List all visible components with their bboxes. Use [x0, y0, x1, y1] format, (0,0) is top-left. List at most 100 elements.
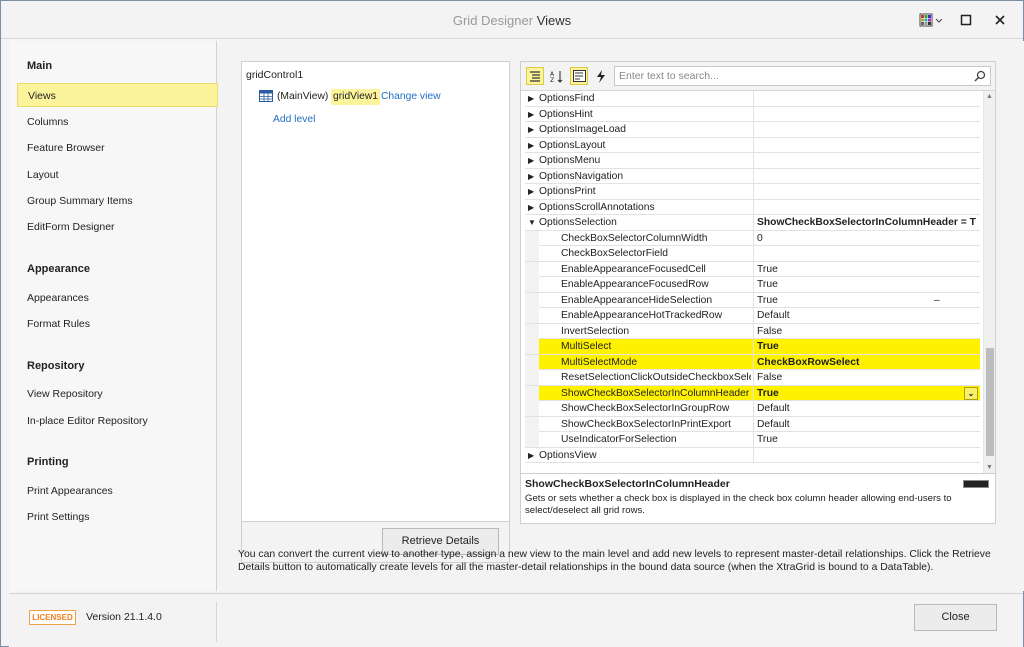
property-row[interactable]: EnableAppearanceFocusedRow True — [525, 277, 980, 293]
property-value[interactable]: True — [753, 277, 980, 292]
property-value[interactable] — [753, 106, 980, 122]
sidebar-item-feature-browser[interactable]: Feature Browser — [17, 136, 218, 160]
property-value[interactable]: True — [753, 339, 980, 354]
expand-arrow-icon[interactable]: ▶ — [528, 169, 538, 184]
property-row[interactable]: ▶ OptionsView — [525, 447, 980, 463]
property-value[interactable] — [753, 447, 980, 463]
property-name: OptionsView — [539, 449, 597, 461]
property-row[interactable]: UseIndicatorForSelection True — [525, 432, 980, 448]
property-row[interactable]: EnableAppearanceHideSelection True – — [525, 292, 980, 308]
scrollbar-thumb[interactable] — [986, 348, 994, 456]
sidebar-item-group-summary-items[interactable]: Group Summary Items — [17, 189, 218, 213]
expand-arrow-icon[interactable]: ▶ — [528, 448, 538, 463]
property-value[interactable] — [753, 153, 980, 168]
collapse-arrow-icon[interactable]: ▼ — [528, 215, 538, 230]
property-value[interactable]: Default — [753, 401, 980, 416]
property-search-input[interactable] — [619, 69, 959, 83]
property-row[interactable]: ▼ OptionsSelection ShowCheckBoxSelectorInC… — [525, 215, 980, 231]
property-row[interactable]: CheckBoxSelectorField — [525, 246, 980, 262]
description-toggle-icon[interactable] — [963, 480, 989, 488]
categorized-button[interactable] — [526, 67, 544, 85]
sidebar-item-format-rules[interactable]: Format Rules — [17, 312, 218, 336]
property-row[interactable]: ▶ OptionsMenu — [525, 153, 980, 169]
property-value[interactable] — [753, 168, 980, 184]
property-value[interactable]: False — [753, 370, 980, 385]
property-row[interactable]: EnableAppearanceHotTrackedRow Default — [525, 308, 980, 324]
close-window-button[interactable] — [987, 9, 1013, 31]
property-value[interactable] — [753, 137, 980, 153]
dropdown-arrow-icon[interactable]: ⌄ — [964, 386, 978, 400]
skin-menu-button[interactable] — [915, 9, 947, 31]
events-button[interactable] — [592, 67, 610, 85]
property-row[interactable]: ResetSelectionClickOutsideCheckboxSelect… — [525, 370, 980, 386]
property-value[interactable] — [753, 184, 980, 199]
property-row[interactable]: ▶ OptionsNavigation — [525, 168, 980, 184]
expand-arrow-icon[interactable]: ▶ — [528, 107, 538, 122]
property-value[interactable] — [753, 199, 980, 215]
view-name-gridview1[interactable]: gridView1 — [331, 89, 381, 105]
row-indent — [525, 401, 539, 416]
properties-button[interactable] — [570, 67, 588, 85]
property-value[interactable]: 0 — [753, 230, 980, 246]
property-name: EnableAppearanceFocusedRow — [561, 279, 709, 290]
property-row[interactable]: ShowCheckBoxSelectorInGroupRow Default — [525, 401, 980, 417]
search-icon[interactable] — [974, 70, 986, 82]
add-level-link[interactable]: Add level — [273, 114, 315, 125]
property-value-text: False — [757, 372, 783, 383]
property-value[interactable]: True — [753, 261, 980, 277]
property-value[interactable]: CheckBoxRowSelect — [753, 354, 980, 370]
property-value[interactable]: True — [753, 432, 980, 447]
expand-arrow-icon[interactable]: ▶ — [528, 153, 538, 168]
sidebar-item-layout[interactable]: Layout — [17, 163, 218, 187]
scroll-up-icon[interactable]: ▲ — [986, 93, 993, 100]
property-value[interactable]: True ⌄ — [753, 385, 980, 401]
property-row[interactable]: ▶ OptionsFind — [525, 91, 980, 107]
scroll-down-icon[interactable]: ▼ — [986, 464, 993, 471]
property-row[interactable]: EnableAppearanceFocusedCell True — [525, 261, 980, 277]
property-row[interactable]: ShowCheckBoxSelectorInPrintExport Default — [525, 416, 980, 432]
property-extra-mark: – — [934, 294, 940, 306]
grid-palette-icon — [919, 13, 943, 27]
expand-arrow-icon[interactable]: ▶ — [528, 184, 538, 199]
sidebar-item-columns[interactable]: Columns — [17, 110, 218, 134]
property-row[interactable]: ▶ OptionsLayout — [525, 137, 980, 153]
level-tree-panel: gridControl1 (MainView) gridView1 Change… — [241, 61, 510, 522]
alphabetical-button[interactable]: AZ — [548, 67, 566, 85]
property-row[interactable]: ▶ OptionsPrint — [525, 184, 980, 200]
property-toolbar: AZ — [521, 62, 995, 91]
property-row[interactable]: ▶ OptionsHint — [525, 106, 980, 122]
property-value[interactable]: True – — [753, 292, 980, 308]
lightning-icon — [597, 69, 605, 83]
group-title-main: Main — [27, 60, 53, 72]
property-value[interactable] — [753, 246, 980, 261]
sidebar-item-print-settings[interactable]: Print Settings — [17, 505, 218, 529]
change-view-link[interactable]: Change view — [381, 91, 441, 102]
property-row[interactable]: ▶ OptionsScrollAnnotations — [525, 199, 980, 215]
sidebar-item-view-repository[interactable]: View Repository — [17, 382, 218, 406]
property-row[interactable]: ▶ OptionsImageLoad — [525, 122, 980, 138]
property-scrollbar[interactable]: ▲ ▼ — [983, 91, 995, 473]
property-value[interactable]: Default — [753, 308, 980, 323]
expand-arrow-icon[interactable]: ▶ — [528, 122, 538, 137]
property-row[interactable]: ShowCheckBoxSelectorInColumnHeader True ⌄ — [525, 385, 980, 401]
sidebar-item-inplace-editor-repository[interactable]: In-place Editor Repository — [17, 409, 218, 433]
expand-arrow-icon[interactable]: ▶ — [528, 91, 538, 106]
property-value[interactable]: ShowCheckBoxSelectorInColumnHeader = T — [753, 215, 980, 230]
maximize-button[interactable] — [953, 9, 979, 31]
property-value[interactable] — [753, 91, 980, 106]
close-button[interactable]: Close — [914, 604, 997, 631]
property-row[interactable]: CheckBoxSelectorColumnWidth 0 — [525, 230, 980, 246]
property-row[interactable]: MultiSelectMode CheckBoxRowSelect — [525, 354, 980, 370]
property-row[interactable]: InvertSelection False — [525, 323, 980, 339]
expand-arrow-icon[interactable]: ▶ — [528, 200, 538, 215]
property-value[interactable]: False — [753, 323, 980, 339]
property-value[interactable]: Default — [753, 416, 980, 432]
property-row[interactable]: MultiSelect True — [525, 339, 980, 355]
tree-root-gridcontrol[interactable]: gridControl1 — [246, 69, 303, 81]
sidebar-item-editform-designer[interactable]: EditForm Designer — [17, 215, 218, 239]
sidebar-item-print-appearances[interactable]: Print Appearances — [17, 479, 218, 503]
sidebar-item-appearances[interactable]: Appearances — [17, 286, 218, 310]
sidebar-item-views[interactable]: Views — [17, 83, 218, 107]
property-value[interactable] — [753, 122, 980, 137]
expand-arrow-icon[interactable]: ▶ — [528, 138, 538, 153]
